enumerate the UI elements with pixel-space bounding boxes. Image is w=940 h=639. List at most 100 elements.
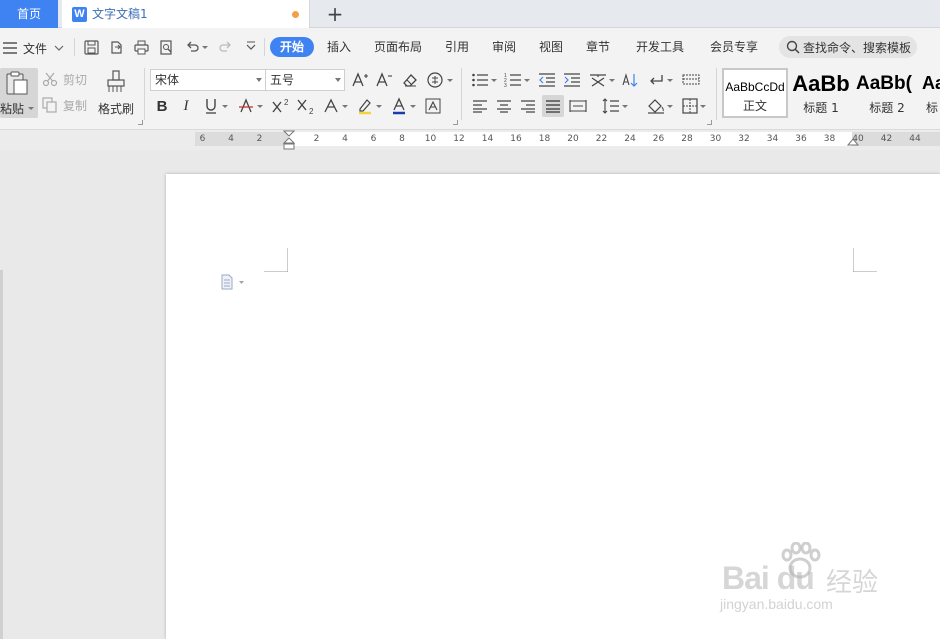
increase-indent-button[interactable] [562, 70, 582, 90]
print-button[interactable] [132, 38, 150, 56]
text-effect-button[interactable] [321, 96, 349, 116]
output-button[interactable] [107, 38, 125, 56]
ruler-tick-label: 10 [424, 134, 437, 144]
font-group-launcher[interactable] [453, 120, 458, 125]
phonetic-guide-button[interactable] [425, 70, 453, 90]
menu-tab-3[interactable]: 引用 [445, 37, 469, 57]
clipboard-icon [6, 71, 28, 95]
font-color-button[interactable] [389, 96, 417, 116]
ruler-tick-label: 16 [510, 134, 522, 144]
phonetic-guide-icon [426, 72, 443, 88]
menu-tab-6[interactable]: 章节 [586, 37, 610, 57]
right-indent-marker[interactable] [847, 136, 859, 146]
clear-format-button[interactable] [399, 70, 421, 90]
font-size-select[interactable]: 五号 [265, 69, 345, 91]
align-right-button[interactable] [518, 96, 538, 116]
ruler-tick-label: 18 [538, 134, 551, 144]
document-page[interactable] [166, 174, 940, 639]
file-menu-button[interactable]: 文件 [3, 39, 64, 57]
separator [264, 38, 265, 56]
menu-tab-5[interactable]: 视图 [539, 37, 563, 57]
distributed-align-button[interactable] [568, 96, 588, 116]
paragraph-group-launcher[interactable] [707, 120, 712, 125]
ruler-right-margin [852, 132, 940, 146]
border-icon [682, 98, 698, 114]
export-icon [110, 40, 122, 54]
decrease-font-button[interactable] [374, 70, 394, 90]
numbered-list-button[interactable]: 123 [503, 70, 531, 90]
style-caption: 正文 [742, 99, 767, 113]
show-hide-marks-button[interactable] [646, 70, 674, 90]
clipboard-group-launcher[interactable] [138, 120, 143, 125]
style-normal[interactable]: AaBbCcDd 正文 [722, 68, 788, 118]
command-search-box[interactable]: 查找命令、搜索模板 [779, 36, 917, 58]
borders-button[interactable] [680, 96, 708, 116]
bold-button[interactable]: B [152, 96, 172, 116]
chinese-layout-icon [590, 74, 606, 87]
underline-icon [205, 99, 216, 114]
menu-tab-2[interactable]: 页面布局 [374, 37, 422, 57]
save-button[interactable] [82, 38, 100, 56]
subscript-button[interactable]: 2 [295, 96, 317, 116]
print-preview-button[interactable] [157, 38, 175, 56]
style-sample: AaBb [792, 71, 850, 96]
ruler-tick-label: 8 [399, 134, 405, 144]
superscript-icon: 2 [272, 98, 289, 113]
bullet-list-button[interactable] [470, 70, 498, 90]
justify-button[interactable] [542, 95, 564, 117]
menu-tab-1[interactable]: 插入 [327, 37, 351, 57]
style-caption: 标题 2 [869, 101, 905, 115]
menu-tab-8[interactable]: 会员专享 [710, 37, 758, 57]
new-tab-button[interactable]: + [326, 4, 344, 24]
unsaved-dot-icon [292, 11, 299, 18]
indent-marker[interactable] [283, 130, 295, 150]
italic-button[interactable]: I [176, 96, 196, 116]
format-painter-button[interactable]: 格式刷 [96, 68, 136, 118]
svg-text:2: 2 [309, 107, 314, 115]
search-icon [786, 40, 800, 54]
font-name-select[interactable]: 宋体 [150, 69, 266, 91]
underline-button[interactable] [200, 96, 230, 116]
tab-document[interactable]: W 文字文稿1 [62, 0, 310, 28]
margin-corner-top-right [853, 248, 877, 272]
character-border-button[interactable] [422, 96, 444, 116]
menu-tab-7[interactable]: 开发工具 [636, 37, 684, 57]
paragraph-layout-widget[interactable] [220, 274, 248, 290]
decrease-indent-button[interactable] [537, 70, 557, 90]
menu-tab-4[interactable]: 审阅 [492, 37, 516, 57]
scissors-icon [42, 72, 58, 87]
style-heading-1[interactable]: AaBb 标题 1 [788, 68, 854, 118]
hamburger-icon [3, 42, 17, 54]
superscript-button[interactable]: 2 [270, 96, 292, 116]
strikethrough-icon [238, 98, 253, 113]
cut-button[interactable]: 剪切 [42, 70, 90, 88]
line-spacing-button[interactable] [600, 96, 630, 116]
strikethrough-button[interactable] [235, 96, 265, 116]
horizontal-ruler[interactable]: 6 4 2 2 4 6 8 10 12 14 16 18 20 22 24 26 28 30 32 34 36 38 40 4… [195, 132, 940, 146]
style-heading-2[interactable]: AaBb( 标题 2 [854, 68, 920, 118]
align-left-button[interactable] [470, 96, 490, 116]
ruler-tick-label: 2 [256, 134, 263, 144]
ruler-tick-label: 28 [681, 134, 693, 144]
redo-button[interactable] [216, 38, 234, 56]
tab-bar: 首页 W 文字文稿1 + [0, 0, 940, 28]
separator [461, 68, 462, 120]
highlight-button[interactable] [355, 96, 383, 116]
shading-button[interactable] [646, 96, 674, 116]
sort-button[interactable] [621, 70, 641, 90]
style-heading-3[interactable]: Aa 标 [920, 68, 940, 118]
customize-quick-access-button[interactable] [242, 38, 260, 56]
undo-button[interactable] [183, 38, 201, 56]
undo-dropdown[interactable] [200, 38, 210, 56]
menu-tab-0[interactable]: 开始 [270, 37, 315, 57]
paste-button[interactable]: 粘贴 [0, 68, 38, 118]
copy-button[interactable]: 复制 [42, 96, 90, 114]
chinese-layout-button[interactable] [588, 70, 616, 90]
ruler-tick-label: 22 [595, 134, 608, 144]
svg-text:3: 3 [504, 83, 507, 88]
tab-home[interactable]: 首页 [0, 0, 58, 28]
align-center-button[interactable] [494, 96, 514, 116]
table-autofit-button[interactable] [680, 70, 702, 90]
ruler-tick-label: 26 [652, 134, 665, 144]
increase-font-button[interactable] [350, 70, 370, 90]
